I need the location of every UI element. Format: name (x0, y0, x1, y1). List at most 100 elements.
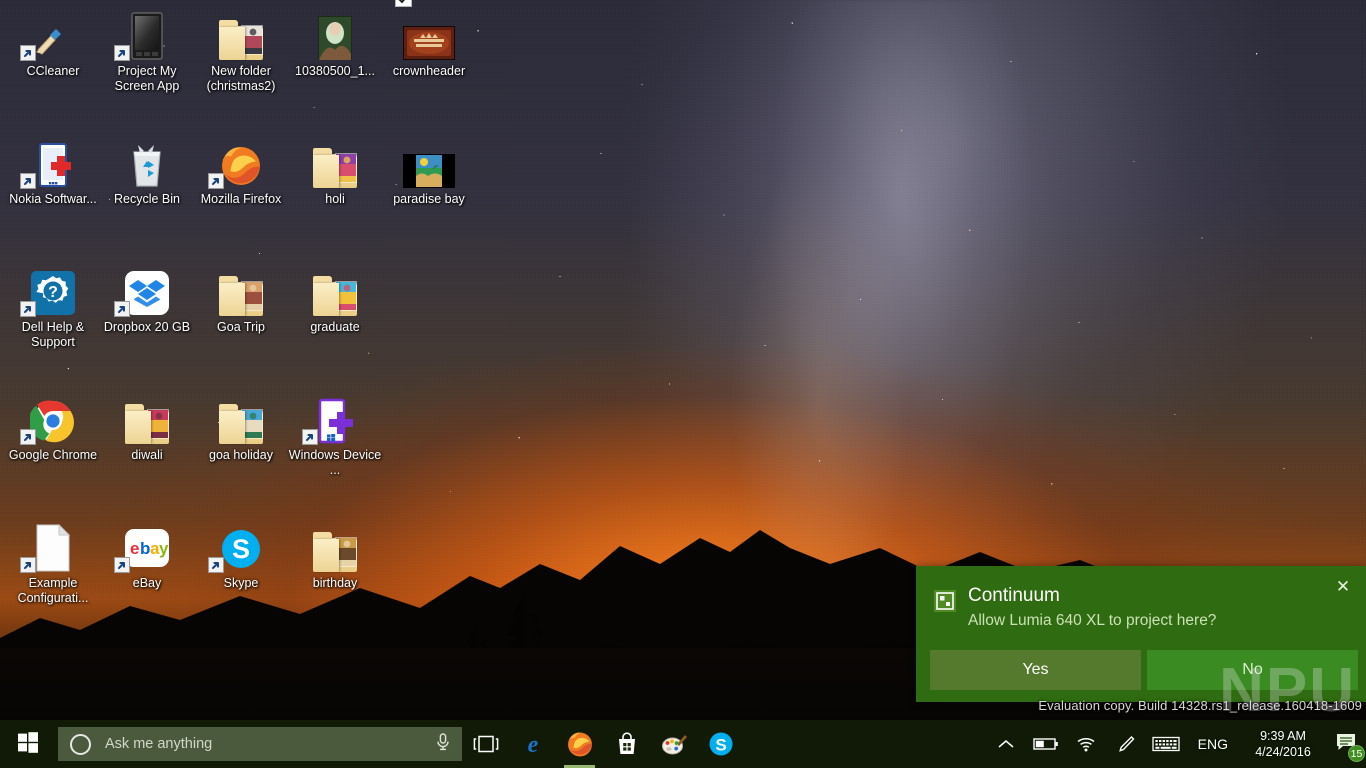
ebay-icon: e b a y (100, 520, 194, 572)
desktop-icon[interactable]: New folder (christmas2) (194, 8, 288, 94)
desktop-icon[interactable]: Google Chrome (6, 392, 100, 463)
desktop-icon-label: holi (288, 192, 382, 207)
mozilla-firefox-button[interactable] (556, 720, 603, 768)
desktop-icon[interactable]: goa holiday (194, 392, 288, 463)
desktop-icon[interactable]: Nokia Softwar... (6, 136, 100, 207)
folder-icon (288, 264, 382, 316)
chrome-icon (6, 392, 100, 444)
system-tray[interactable]: ENG 9:39 AM 4/24/2016 15 (986, 720, 1366, 768)
battery-icon[interactable] (1026, 720, 1066, 768)
clock-date: 4/24/2016 (1240, 744, 1326, 760)
windows-device-recovery-icon (288, 392, 382, 444)
desktop-icon[interactable]: Dropbox 20 GB (100, 264, 194, 335)
desktop-icon-label: New folder (christmas2) (194, 64, 288, 94)
desktop-icon[interactable]: S Skype (194, 520, 288, 591)
desktop-icon-label: birthday (288, 576, 382, 591)
desktop-icon-label: Google Chrome (6, 448, 100, 463)
svg-text:e: e (130, 539, 139, 558)
ccleaner-icon (6, 8, 100, 60)
shortcut-arrow-icon (302, 429, 318, 445)
shortcut-arrow-icon (20, 173, 36, 189)
continuum-notification-toast[interactable]: ✕ Continuum Allow Lumia 640 XL to projec… (916, 566, 1366, 702)
no-button[interactable]: No (1147, 650, 1358, 690)
shortcut-arrow-icon (208, 557, 224, 573)
desktop-icon-label: CCleaner (6, 64, 100, 79)
desktop-icon-label: Dell Help & Support (6, 320, 100, 350)
windows-logo-icon (17, 731, 39, 758)
action-center-button[interactable]: 15 (1326, 720, 1366, 768)
desktop-icon[interactable]: 10380500_1... (288, 8, 382, 79)
desktop-icon-label: Windows Device ... (288, 448, 382, 478)
desktop-icon[interactable]: Recycle Bin (100, 136, 194, 207)
desktop[interactable]: CCleaner Project My Screen App (0, 0, 1366, 768)
image-thumb-icon (382, 8, 476, 60)
notification-actions: Yes No (930, 650, 1358, 690)
desktop-icon[interactable]: Windows Device ... (288, 392, 382, 478)
show-hidden-icons-button[interactable] (986, 720, 1026, 768)
skype-button[interactable]: S (697, 720, 744, 768)
folder-icon (288, 136, 382, 188)
desktop-icon-label: diwali (100, 448, 194, 463)
desktop-icon[interactable]: graduate (288, 264, 382, 335)
touch-keyboard-icon[interactable] (1146, 720, 1186, 768)
desktop-icon-label: 10380500_1... (288, 64, 382, 79)
desktop-icon[interactable]: CCleaner (6, 8, 100, 79)
desktop-icon[interactable]: Project My Screen App (100, 8, 194, 94)
desktop-icon[interactable]: birthday (288, 520, 382, 591)
shortcut-arrow-icon (20, 301, 36, 317)
desktop-icon-label: crownheader (382, 64, 476, 79)
taskbar[interactable]: Ask me anything e (0, 720, 1366, 768)
desktop-icon[interactable]: e b a y eBay (100, 520, 194, 591)
microphone-icon[interactable] (434, 732, 452, 757)
desktop-icon-label: graduate (288, 320, 382, 335)
skype-icon: S (194, 520, 288, 572)
pen-icon[interactable] (1106, 720, 1146, 768)
recycle-bin-icon (100, 136, 194, 188)
yes-button[interactable]: Yes (930, 650, 1141, 690)
desktop-icon[interactable]: Example Configurati... (6, 520, 100, 606)
desktop-icon-label: Example Configurati... (6, 576, 100, 606)
image-thumb-icon (382, 136, 476, 188)
desktop-icon[interactable]: crownheader (382, 8, 476, 79)
microsoft-store-button[interactable] (603, 720, 650, 768)
desktop-icon[interactable]: Goa Trip (194, 264, 288, 335)
wifi-icon[interactable] (1066, 720, 1106, 768)
svg-text:e: e (527, 732, 538, 758)
shortcut-arrow-icon (20, 429, 36, 445)
desktop-icon-label: eBay (100, 576, 194, 591)
folder-icon (194, 8, 288, 60)
desktop-icon-label: paradise bay (382, 192, 476, 207)
svg-text:y: y (159, 539, 169, 558)
paint-button[interactable] (650, 720, 697, 768)
close-icon[interactable]: ✕ (1330, 574, 1356, 600)
folder-icon (288, 520, 382, 572)
nokia-recovery-icon (6, 136, 100, 188)
language-indicator[interactable]: ENG (1186, 736, 1240, 752)
desktop-icon[interactable]: diwali (100, 392, 194, 463)
desktop-icon-label: goa holiday (194, 448, 288, 463)
task-view-button[interactable] (462, 720, 509, 768)
shortcut-arrow-icon (114, 45, 130, 61)
shortcut-arrow-icon (20, 557, 36, 573)
desktop-icon[interactable]: Mozilla Firefox (194, 136, 288, 207)
desktop-icon-label: Mozilla Firefox (194, 192, 288, 207)
desktop-icon[interactable]: paradise bay (382, 136, 476, 207)
desktop-icon[interactable]: ? Dell Help & Support (6, 264, 100, 350)
desktop-icon[interactable]: holi (288, 136, 382, 207)
microsoft-edge-button[interactable]: e (509, 720, 556, 768)
evaluation-copy-watermark: Evaluation copy. Build 14328.rs1_release… (1038, 698, 1362, 713)
search-input[interactable]: Ask me anything (58, 727, 462, 761)
selection-checkbox[interactable] (395, 0, 412, 7)
clock-time: 9:39 AM (1240, 728, 1326, 744)
folder-icon (100, 392, 194, 444)
dropbox-icon (100, 264, 194, 316)
desktop-icon-label: Goa Trip (194, 320, 288, 335)
clock[interactable]: 9:39 AM 4/24/2016 (1240, 728, 1326, 760)
folder-icon (194, 392, 288, 444)
document-icon (6, 520, 100, 572)
phone-icon (100, 8, 194, 60)
image-thumb-icon (288, 8, 382, 60)
desktop-icon-label: Nokia Softwar... (6, 192, 100, 207)
shortcut-arrow-icon (114, 301, 130, 317)
start-button[interactable] (0, 720, 56, 768)
